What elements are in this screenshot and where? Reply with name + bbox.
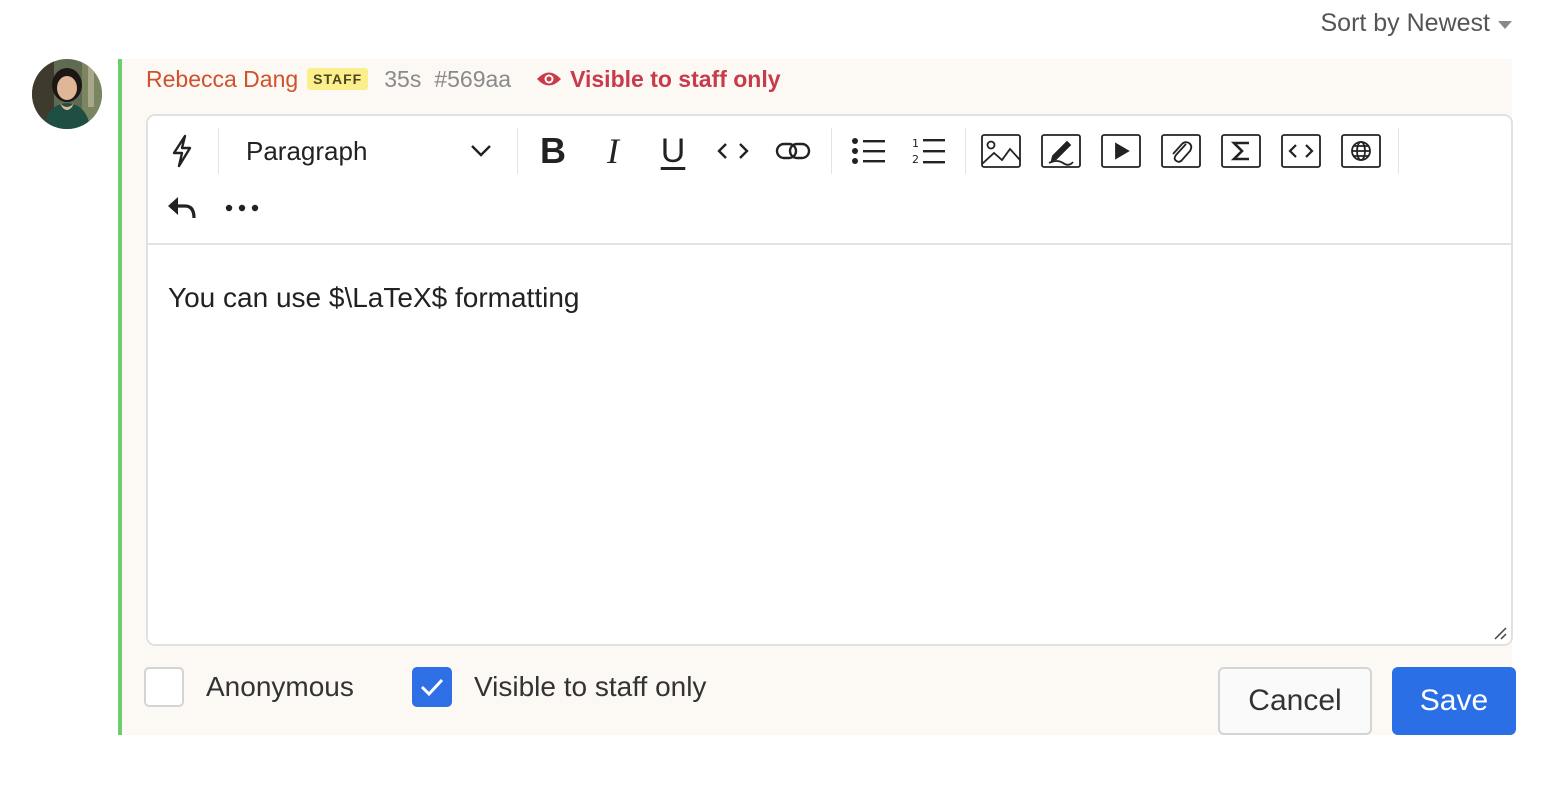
caret-down-icon: [1498, 21, 1512, 29]
checkmark-icon: [420, 678, 444, 697]
toolbar-divider: [965, 128, 966, 174]
visibility-label: Visible to staff only: [570, 65, 781, 92]
globe-icon[interactable]: [1340, 128, 1382, 174]
bold-button[interactable]: B: [533, 128, 573, 174]
bold-glyph: B: [540, 130, 566, 171]
toolbar-divider: [218, 128, 219, 174]
rich-text-editor: Paragraph B I U 12 You can use $\LaTeX$ …: [146, 114, 1513, 646]
italic-button[interactable]: I: [593, 128, 633, 174]
more-icon[interactable]: [222, 186, 262, 230]
timestamp: 35s: [384, 65, 422, 92]
comment-id[interactable]: #569aa: [434, 66, 511, 93]
save-button[interactable]: Save: [1392, 667, 1516, 735]
italic-glyph: I: [607, 131, 619, 171]
staff-only-checkbox[interactable]: [412, 667, 452, 707]
draw-icon[interactable]: [1040, 128, 1082, 174]
toolbar-divider: [517, 128, 518, 174]
staff-only-label: Visible to staff only: [474, 671, 707, 702]
cancel-button[interactable]: Cancel: [1218, 667, 1372, 735]
attachment-icon[interactable]: [1160, 128, 1202, 174]
comment-card: Rebecca Dang STAFF 35s #569aa Visible to…: [118, 59, 1516, 735]
paragraph-style-value: Paragraph: [246, 135, 368, 166]
svg-text:2: 2: [912, 153, 919, 166]
chevron-down-icon: [471, 145, 491, 157]
eye-icon: [537, 72, 562, 86]
paragraph-style-select[interactable]: Paragraph: [246, 128, 492, 174]
video-icon[interactable]: [1100, 128, 1142, 174]
undo-icon[interactable]: [162, 186, 202, 230]
sigma-icon[interactable]: [1220, 128, 1262, 174]
image-icon[interactable]: [980, 128, 1022, 174]
staff-only-option[interactable]: Visible to staff only: [412, 667, 706, 707]
visibility-indicator: Visible to staff only: [536, 65, 781, 93]
staff-badge: STAFF: [307, 68, 369, 90]
code-icon[interactable]: [713, 128, 753, 174]
comment-meta: Rebecca Dang STAFF 35s #569aa Visible to…: [146, 63, 781, 95]
toolbar-divider: [1398, 128, 1399, 174]
editor-toolbar: Paragraph B I U 12: [148, 116, 1511, 245]
anonymous-label: Anonymous: [206, 671, 354, 702]
svg-text:1: 1: [912, 137, 919, 150]
lightning-icon[interactable]: [162, 128, 202, 174]
author-name[interactable]: Rebecca Dang: [146, 66, 298, 93]
sort-dropdown[interactable]: Sort by Newest: [1320, 9, 1512, 38]
anonymous-checkbox[interactable]: [144, 667, 184, 707]
avatar[interactable]: [32, 59, 102, 129]
toolbar-divider: [831, 128, 832, 174]
editor-content[interactable]: You can use $\LaTeX$ formatting: [168, 282, 579, 314]
underline-glyph: U: [660, 131, 686, 170]
anonymous-option[interactable]: Anonymous: [144, 667, 354, 707]
link-icon[interactable]: [773, 128, 813, 174]
underline-button[interactable]: U: [653, 128, 693, 174]
bullet-list-icon[interactable]: [848, 128, 890, 174]
embed-code-icon[interactable]: [1280, 128, 1322, 174]
resize-handle-icon[interactable]: [1492, 625, 1508, 641]
sort-label: Sort by Newest: [1320, 9, 1490, 37]
numbered-list-icon[interactable]: 12: [908, 128, 950, 174]
